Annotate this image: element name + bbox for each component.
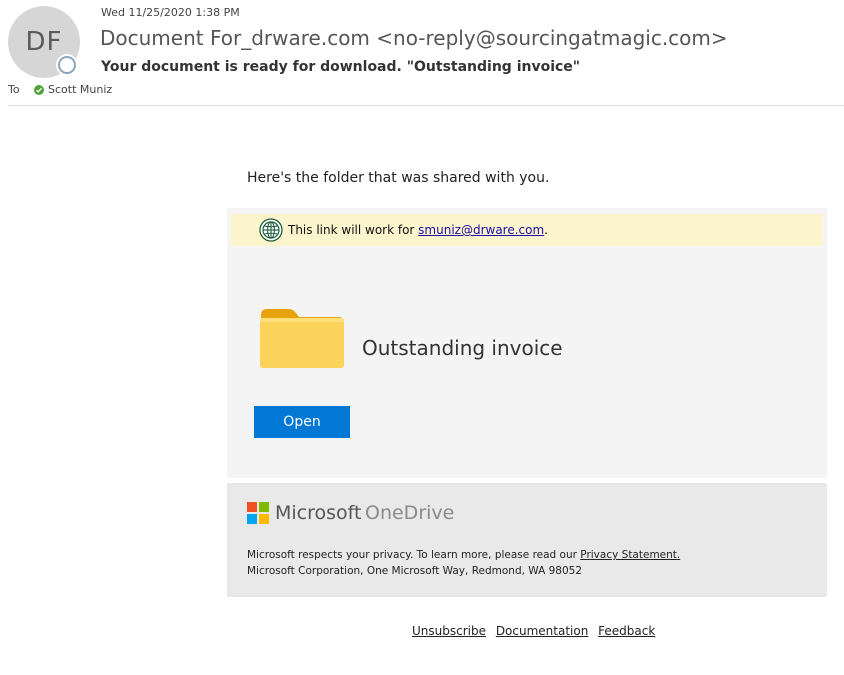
email-subject: Your document is ready for download. "Ou… xyxy=(101,59,581,75)
globe-icon xyxy=(259,218,283,242)
open-button[interactable]: Open xyxy=(254,406,350,438)
footer-card: Microsoft OneDrive Microsoft respects yo… xyxy=(227,483,827,597)
privacy-line: Microsoft respects your privacy. To lear… xyxy=(247,547,680,563)
header-divider xyxy=(8,105,844,106)
privacy-text: Microsoft respects your privacy. To lear… xyxy=(247,547,680,579)
folder-name[interactable]: Outstanding invoice xyxy=(362,336,563,360)
privacy-prefix: Microsoft respects your privacy. To lear… xyxy=(247,549,581,561)
folder-icon[interactable] xyxy=(259,307,345,369)
email-reading-pane: DF Wed 11/25/2020 1:38 PM Document For_d… xyxy=(0,0,844,675)
footer-links: Unsubscribe Documentation Feedback xyxy=(412,624,661,638)
check-circle-icon xyxy=(34,84,44,95)
microsoft-logo-icon xyxy=(247,502,269,524)
share-card: This link will work for smuniz@drware.co… xyxy=(227,208,827,478)
intro-text: Here's the folder that was shared with y… xyxy=(247,170,550,186)
unsubscribe-link[interactable]: Unsubscribe xyxy=(412,624,486,638)
privacy-statement-link[interactable]: Privacy Statement. xyxy=(580,549,680,561)
sender-name[interactable]: Document For_drware.com <no-reply@sourci… xyxy=(100,26,728,50)
avatar-initials: DF xyxy=(25,27,63,57)
recipients-row: To Scott Muniz xyxy=(8,83,112,96)
notice-email-link[interactable]: smuniz@drware.com xyxy=(418,223,544,237)
presence-status-icon xyxy=(58,56,76,74)
notice-text: This link will work for smuniz@drware.co… xyxy=(288,223,548,237)
to-label: To xyxy=(8,83,20,96)
feedback-link[interactable]: Feedback xyxy=(598,624,655,638)
recipient-name[interactable]: Scott Muniz xyxy=(48,83,112,96)
documentation-link[interactable]: Documentation xyxy=(496,624,589,638)
notice-suffix: . xyxy=(544,223,548,237)
link-notice: This link will work for smuniz@drware.co… xyxy=(231,214,823,246)
corporate-address: Microsoft Corporation, One Microsoft Way… xyxy=(247,565,583,577)
email-date: Wed 11/25/2020 1:38 PM xyxy=(101,6,240,19)
brand-onedrive: OneDrive xyxy=(365,502,455,524)
notice-prefix: This link will work for xyxy=(288,223,419,237)
brand-microsoft: Microsoft xyxy=(275,502,362,524)
